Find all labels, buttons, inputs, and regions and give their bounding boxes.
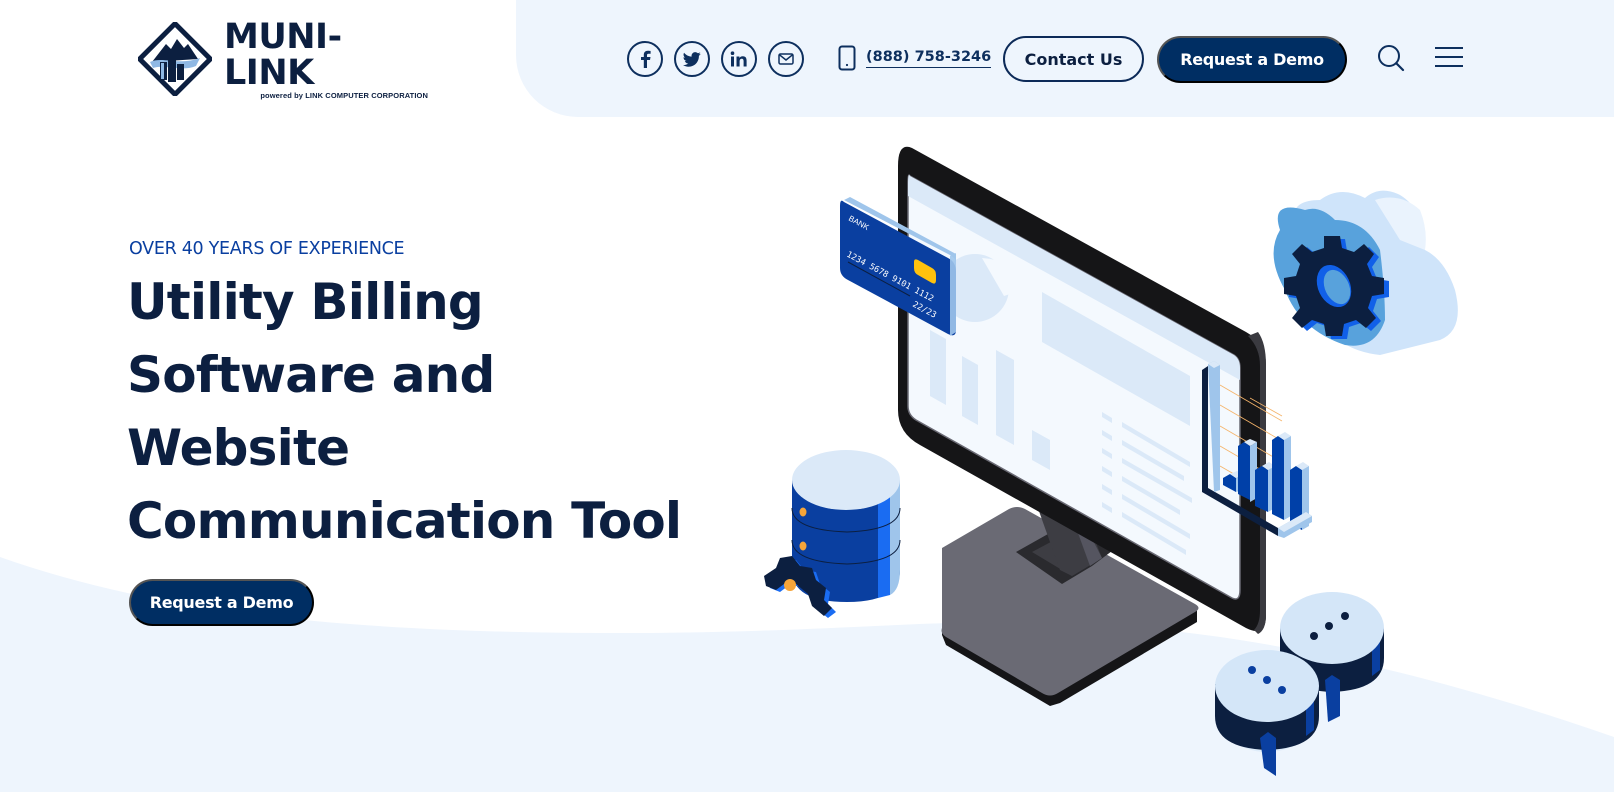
hero-title-line: Communication Tool (127, 492, 682, 550)
logo-tagline: powered by LINK COMPUTER CORPORATION (260, 90, 428, 100)
mobile-phone-icon (838, 45, 856, 71)
brand-logo[interactable]: MUNI-LINK powered by LINK COMPUTER CORPO… (138, 16, 428, 100)
facebook-link[interactable] (627, 41, 663, 77)
twitter-link[interactable] (674, 41, 710, 77)
hero-illustration: BANK 1234 5678 9101 1112 22/23 (764, 146, 1458, 776)
chat-bubble-front (1215, 650, 1319, 776)
facebook-icon (641, 50, 651, 68)
twitter-icon (683, 51, 701, 67)
menu-button[interactable] (1434, 45, 1464, 69)
cloud-gear (1273, 190, 1458, 355)
hero-title: Utility Billing Software and Website Com… (127, 266, 827, 558)
email-link[interactable] (768, 41, 804, 77)
hero-title-line: Utility Billing (127, 273, 484, 331)
contact-us-button[interactable]: Contact Us (1003, 36, 1144, 82)
logo-name: MUNI-LINK (224, 16, 342, 93)
hero-title-line: Software and (127, 346, 495, 404)
search-button[interactable] (1376, 43, 1406, 73)
mail-icon (778, 53, 794, 65)
logo-mark-icon (138, 22, 212, 96)
linkedin-icon (730, 51, 747, 67)
hamburger-menu-icon (1435, 47, 1463, 67)
hero-request-demo-button[interactable]: Request a Demo (129, 579, 314, 626)
hero-eyebrow: OVER 40 YEARS OF EXPERIENCE (129, 239, 405, 259)
phone-link[interactable]: (888) 758-3246 (838, 45, 992, 71)
linkedin-link[interactable] (721, 41, 757, 77)
phone-number: (888) 758-3246 (866, 48, 992, 68)
search-icon (1378, 45, 1405, 72)
hero-title-line: Website (127, 419, 350, 477)
header-request-demo-button[interactable]: Request a Demo (1157, 36, 1347, 83)
